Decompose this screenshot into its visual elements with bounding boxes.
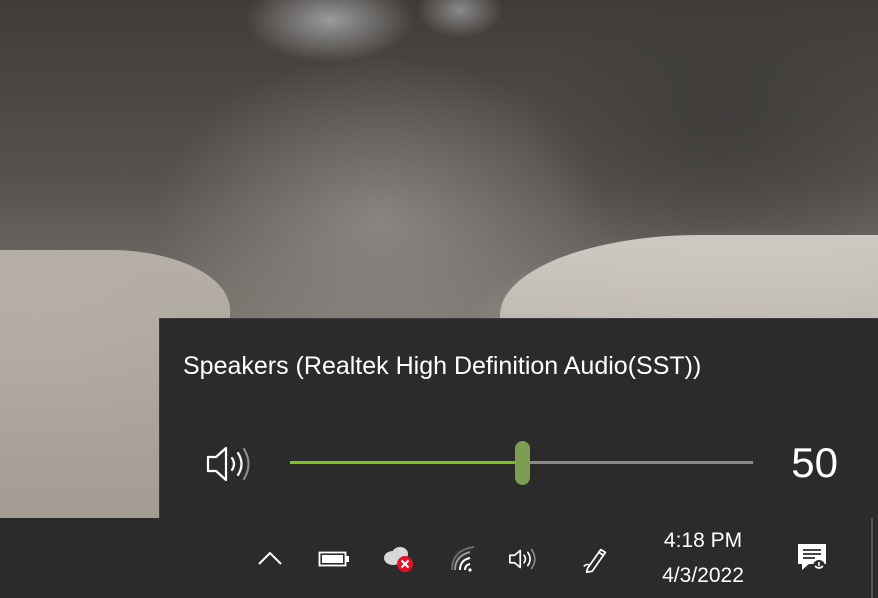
mute-toggle-speaker-icon[interactable] [204,442,256,486]
volume-slider[interactable] [290,441,753,485]
onedrive-error-icon[interactable] [381,543,417,575]
show-desktop-button[interactable] [871,518,873,598]
taskbar-clock[interactable]: 4:18 PM 4/3/2022 [640,526,766,592]
clock-date: 4/3/2022 [662,564,744,587]
pen-icon[interactable] [580,543,612,575]
wifi-icon[interactable] [449,543,481,575]
notification-center-icon[interactable] [792,538,832,578]
speaker-icon[interactable] [508,543,540,575]
clock-time: 4:18 PM [663,529,743,552]
chevron-up-icon[interactable] [254,543,286,575]
audio-device-name[interactable]: Speakers (Realtek High Definition Audio(… [183,352,701,381]
taskbar: 4:18 PM 4/3/2022 [0,518,878,598]
volume-value: 50 [791,439,838,486]
volume-flyout: Speakers (Realtek High Definition Audio(… [159,318,878,518]
volume-slider-thumb[interactable] [515,441,530,485]
battery-icon[interactable] [318,543,350,575]
volume-slider-fill [290,461,522,464]
